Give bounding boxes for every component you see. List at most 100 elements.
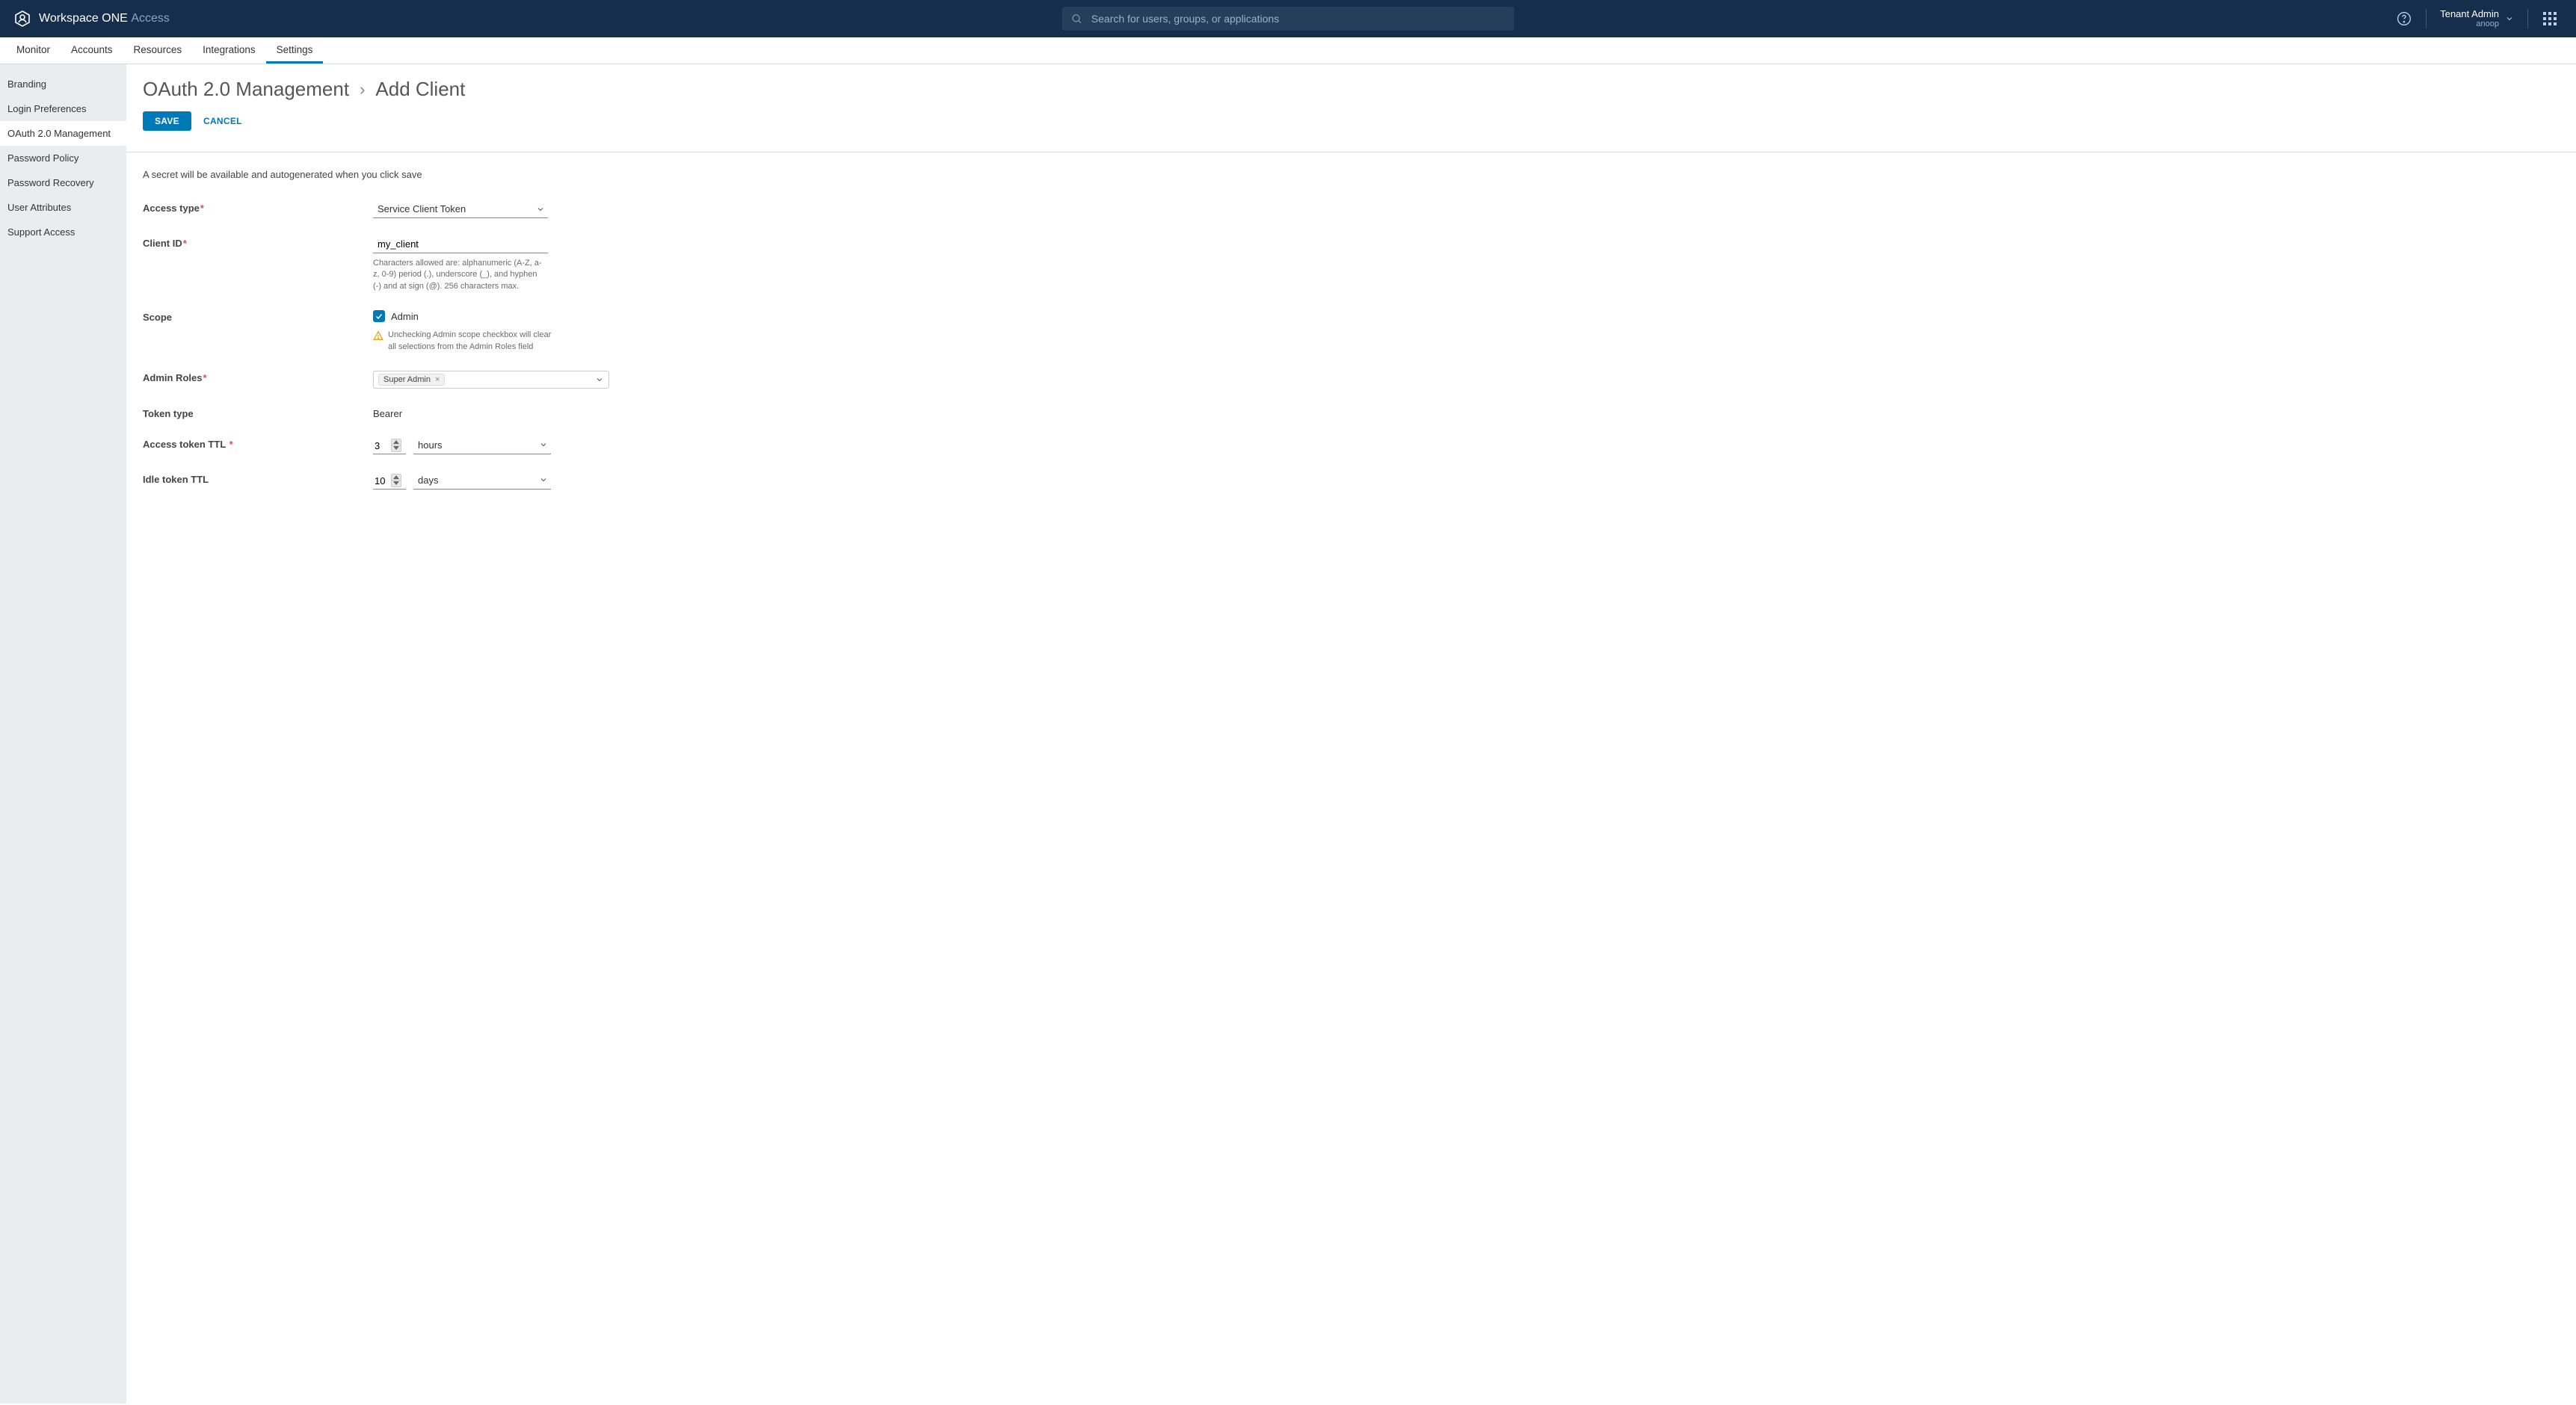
header-right: Tenant Admin anoop — [2391, 6, 2563, 31]
helper-client-id: Characters allowed are: alphanumeric (A-… — [373, 258, 545, 292]
user-menu[interactable]: Tenant Admin anoop — [2435, 9, 2518, 28]
sidebar-item-support-access[interactable]: Support Access — [0, 220, 126, 244]
help-button[interactable] — [2391, 6, 2417, 31]
main-content: OAuth 2.0 Management › Add Client SAVE C… — [126, 64, 2576, 1404]
stepper-down-button[interactable] — [392, 445, 401, 451]
apps-launcher[interactable] — [2537, 6, 2563, 31]
warning-icon — [373, 330, 383, 341]
sidebar-item-login-preferences[interactable]: Login Preferences — [0, 96, 126, 121]
row-access-ttl: Access token TTL * hours — [143, 437, 2560, 454]
global-search[interactable] — [1062, 7, 1515, 31]
info-text: A secret will be available and autogener… — [143, 169, 2560, 180]
brand-logo-icon — [13, 10, 31, 28]
tab-integrations[interactable]: Integrations — [192, 37, 266, 64]
row-client-id: Client ID* Characters allowed are: alpha… — [143, 236, 2560, 292]
brand-text: Workspace ONE Access — [39, 12, 170, 25]
brand: Workspace ONE Access — [13, 10, 170, 28]
stepper-access-ttl[interactable] — [373, 439, 406, 454]
tab-monitor[interactable]: Monitor — [6, 37, 61, 64]
stepper-up-button[interactable] — [392, 439, 401, 445]
tab-settings[interactable]: Settings — [266, 37, 324, 64]
row-idle-ttl: Idle token TTL days — [143, 472, 2560, 490]
label-idle-ttl: Idle token TTL — [143, 472, 373, 485]
stepper-down-button[interactable] — [392, 481, 401, 487]
scope-admin-label: Admin — [391, 311, 419, 322]
settings-sidebar: Branding Login Preferences OAuth 2.0 Man… — [0, 64, 126, 1404]
value-token-type: Bearer — [373, 407, 642, 419]
sidebar-item-password-recovery[interactable]: Password Recovery — [0, 170, 126, 195]
page-actions: SAVE CANCEL — [143, 111, 2560, 131]
tab-resources[interactable]: Resources — [123, 37, 193, 64]
breadcrumb-current: Add Client — [375, 78, 465, 101]
chip-remove-button[interactable]: × — [435, 375, 440, 384]
scope-warning-text: Unchecking Admin scope checkbox will cle… — [388, 330, 552, 353]
chevron-right-icon: › — [360, 80, 365, 99]
sidebar-item-branding[interactable]: Branding — [0, 72, 126, 96]
content-layout: Branding Login Preferences OAuth 2.0 Man… — [0, 64, 2576, 1404]
required-marker: * — [229, 439, 233, 450]
save-button[interactable]: SAVE — [143, 111, 191, 131]
required-marker: * — [203, 372, 206, 383]
search-icon — [1071, 13, 1082, 25]
row-admin-roles: Admin Roles* Super Admin × — [143, 371, 2560, 389]
form-area: A secret will be available and autogener… — [126, 152, 2576, 537]
scope-admin-option: Admin — [373, 310, 642, 322]
chevron-down-icon — [539, 475, 548, 484]
chevron-down-icon — [595, 375, 604, 384]
stepper-buttons — [391, 474, 401, 487]
caret-up-icon — [393, 440, 399, 444]
label-client-id: Client ID* — [143, 236, 373, 249]
select-access-ttl-unit-value: hours — [418, 439, 443, 451]
input-access-ttl-value[interactable] — [373, 439, 391, 453]
label-access-type: Access type* — [143, 201, 373, 214]
input-client-id[interactable] — [373, 236, 548, 253]
tab-accounts[interactable]: Accounts — [61, 37, 123, 64]
scope-warning: Unchecking Admin scope checkbox will cle… — [373, 330, 552, 353]
input-idle-ttl-value[interactable] — [373, 474, 391, 488]
select-access-type-value: Service Client Token — [378, 203, 466, 214]
sidebar-item-password-policy[interactable]: Password Policy — [0, 146, 126, 170]
breadcrumb: OAuth 2.0 Management › Add Client — [143, 78, 2560, 101]
stepper-up-button[interactable] — [392, 475, 401, 481]
row-token-type: Token type Bearer — [143, 407, 2560, 419]
user-text: Tenant Admin anoop — [2440, 9, 2499, 28]
row-access-type: Access type* Service Client Token — [143, 201, 2560, 218]
search-input[interactable] — [1090, 12, 1506, 25]
divider — [2527, 9, 2528, 28]
brand-main: Workspace ONE — [39, 12, 128, 25]
apps-grid-icon — [2543, 12, 2557, 25]
help-icon — [2397, 11, 2412, 26]
label-token-type: Token type — [143, 407, 373, 419]
top-header: Workspace ONE Access Tenant Admin anoop — [0, 0, 2576, 37]
label-scope: Scope — [143, 310, 373, 323]
stepper-idle-ttl[interactable] — [373, 474, 406, 490]
user-name: anoop — [2440, 19, 2499, 28]
search-wrap — [1062, 7, 1515, 31]
caret-down-icon — [393, 481, 399, 485]
caret-up-icon — [393, 475, 399, 479]
required-marker: * — [183, 238, 187, 249]
checkbox-scope-admin[interactable] — [373, 310, 385, 322]
sidebar-item-oauth-management[interactable]: OAuth 2.0 Management — [0, 121, 126, 146]
chip-label: Super Admin — [383, 375, 431, 384]
check-icon — [375, 312, 383, 321]
sidebar-item-user-attributes[interactable]: User Attributes — [0, 195, 126, 220]
chip-super-admin: Super Admin × — [378, 374, 445, 386]
brand-sub: Access — [131, 12, 170, 25]
caret-down-icon — [393, 446, 399, 450]
select-idle-ttl-unit[interactable]: days — [413, 472, 551, 490]
chevron-down-icon — [536, 205, 545, 214]
select-access-type[interactable]: Service Client Token — [373, 201, 548, 218]
cancel-button[interactable]: CANCEL — [203, 111, 242, 131]
multiselect-admin-roles[interactable]: Super Admin × — [373, 371, 609, 389]
chevron-down-icon — [539, 440, 548, 449]
label-admin-roles: Admin Roles* — [143, 371, 373, 383]
breadcrumb-root[interactable]: OAuth 2.0 Management — [143, 78, 349, 101]
row-scope: Scope Admin Unchecking Admin scope check… — [143, 310, 2560, 353]
page-header: OAuth 2.0 Management › Add Client SAVE C… — [126, 64, 2576, 141]
primary-tabs: Monitor Accounts Resources Integrations … — [0, 37, 2576, 64]
stepper-buttons — [391, 439, 401, 452]
select-access-ttl-unit[interactable]: hours — [413, 437, 551, 454]
chevron-down-icon — [2505, 14, 2514, 23]
select-idle-ttl-unit-value: days — [418, 475, 438, 486]
